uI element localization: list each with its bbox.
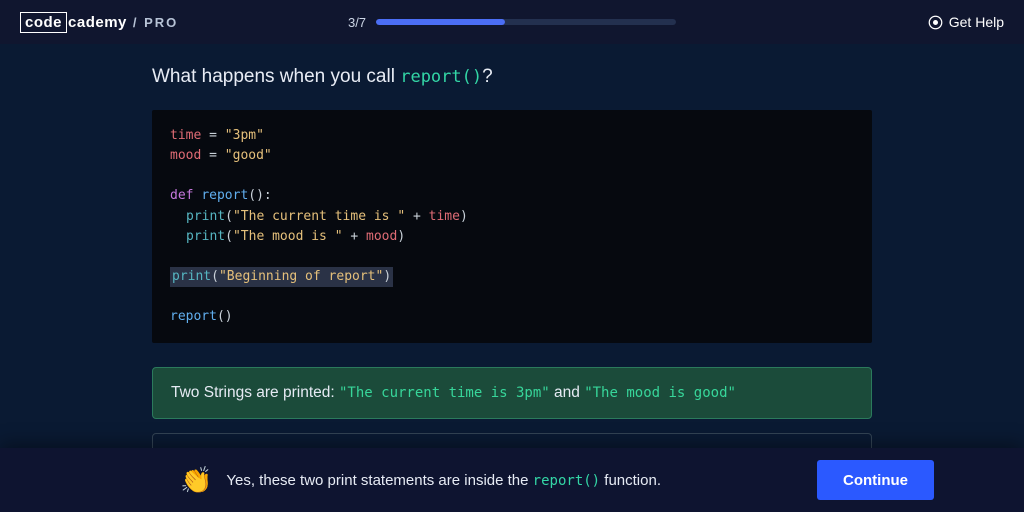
feedback-code: report() bbox=[533, 473, 600, 489]
code-token: "The current time is " bbox=[233, 209, 405, 224]
code-token: ( bbox=[225, 229, 233, 244]
code-token: print bbox=[172, 269, 211, 284]
feedback: 👏 Yes, these two print statements are in… bbox=[180, 465, 661, 496]
continue-button[interactable]: Continue bbox=[817, 460, 934, 500]
feedback-text: Yes, these two print statements are insi… bbox=[226, 472, 661, 489]
code-token: () bbox=[217, 309, 233, 324]
option-code: "The current time is 3pm" bbox=[339, 385, 550, 401]
progress: 3/7 bbox=[348, 15, 676, 30]
option-code: "The mood is good" bbox=[584, 385, 736, 401]
code-token: "The mood is " bbox=[233, 229, 343, 244]
feedback-post: function. bbox=[600, 472, 661, 489]
question-prefix: What happens when you call bbox=[152, 66, 400, 87]
code-token: (): bbox=[248, 188, 271, 203]
code-token: ) bbox=[383, 269, 391, 284]
code-token: ) bbox=[460, 209, 468, 224]
code-token: mood bbox=[366, 229, 397, 244]
app-header: codecademy / PRO 3/7 Get Help bbox=[0, 0, 1024, 44]
feedback-footer: 👏 Yes, these two print statements are in… bbox=[0, 448, 1024, 512]
code-token: time bbox=[170, 128, 201, 143]
code-token: time bbox=[429, 209, 460, 224]
logo-box: code bbox=[20, 12, 67, 33]
clap-icon: 👏 bbox=[180, 465, 212, 496]
question-code: report() bbox=[400, 67, 482, 87]
question-text: What happens when you call report()? bbox=[152, 66, 872, 88]
code-token: print bbox=[186, 229, 225, 244]
code-token: + bbox=[405, 209, 428, 224]
brand-logo: codecademy / PRO bbox=[20, 12, 178, 33]
code-token: + bbox=[343, 229, 366, 244]
lesson-content: What happens when you call report()? tim… bbox=[152, 44, 872, 485]
code-token: = bbox=[201, 128, 224, 143]
answer-option-correct[interactable]: Two Strings are printed: "The current ti… bbox=[152, 367, 872, 419]
option-text: and bbox=[550, 384, 584, 401]
code-token: mood bbox=[170, 148, 201, 163]
feedback-pre: Yes, these two print statements are insi… bbox=[226, 472, 532, 489]
option-text: Two Strings are printed: bbox=[171, 384, 339, 401]
logo-pro: / PRO bbox=[133, 15, 178, 30]
code-token: ( bbox=[211, 269, 219, 284]
code-token: ) bbox=[397, 229, 405, 244]
help-icon bbox=[928, 15, 943, 30]
code-token: "good" bbox=[225, 148, 272, 163]
code-token: ( bbox=[225, 209, 233, 224]
progress-bar bbox=[376, 19, 676, 25]
question-suffix: ? bbox=[482, 66, 493, 87]
code-token: = bbox=[201, 148, 224, 163]
code-token: "Beginning of report" bbox=[219, 269, 383, 284]
code-token: report bbox=[170, 309, 217, 324]
code-token: print bbox=[186, 209, 225, 224]
code-token: "3pm" bbox=[225, 128, 264, 143]
code-block: time = "3pm" mood = "good" def report():… bbox=[152, 110, 872, 343]
get-help-label: Get Help bbox=[949, 14, 1004, 30]
progress-fill bbox=[376, 19, 505, 25]
get-help-button[interactable]: Get Help bbox=[928, 14, 1004, 30]
progress-label: 3/7 bbox=[348, 15, 366, 30]
code-token: def bbox=[170, 188, 201, 203]
code-token: report bbox=[201, 188, 248, 203]
logo-rest: cademy bbox=[68, 14, 127, 31]
